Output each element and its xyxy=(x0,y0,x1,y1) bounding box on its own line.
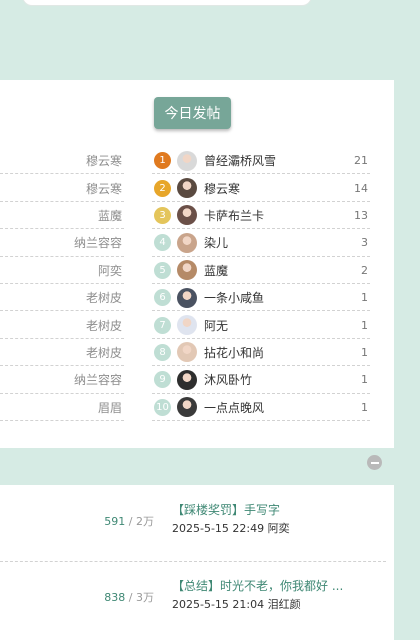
reply-count: 3万 xyxy=(136,591,154,604)
post-count: 21 xyxy=(354,154,368,168)
user-name[interactable]: 沐风卧竹 xyxy=(204,371,252,388)
avatar[interactable] xyxy=(177,397,197,418)
avatar[interactable] xyxy=(177,150,197,171)
rank-row[interactable]: 纳兰容容 4 染儿 3 xyxy=(0,229,394,257)
post-count: 14 xyxy=(354,181,368,195)
rank-number-badge: 2 xyxy=(154,179,171,197)
thread-title[interactable]: 【踩楼奖罚】手写字 xyxy=(172,501,280,518)
view-count: 838 xyxy=(104,591,126,604)
rank-row[interactable]: 老树皮 8 拈花小和尚 1 xyxy=(0,339,394,367)
rank-row[interactable]: 穆云寒 2 穆云寒 14 xyxy=(0,174,394,202)
thread-meta: 2025-5-15 21:04 泪红颜 xyxy=(172,598,301,611)
search-bar[interactable] xyxy=(22,0,312,6)
rank-row[interactable]: 阿奕 5 蓝魔 2 xyxy=(0,257,394,284)
post-count: 1 xyxy=(361,373,368,387)
rank-row[interactable]: 纳兰容容 9 沐风卧竹 1 xyxy=(0,366,394,394)
thread-stats: 591 / 2万 xyxy=(104,513,154,529)
user-name[interactable]: 蓝魔 xyxy=(204,262,228,279)
user-name[interactable]: 拈花小和尚 xyxy=(204,344,264,361)
thread-title[interactable]: 【总结】时光不老，你我都好 ... xyxy=(172,577,343,594)
rank-number-badge: 3 xyxy=(154,206,171,224)
rank-number-badge: 5 xyxy=(154,261,171,279)
recent-poster-name[interactable]: 纳兰容容 xyxy=(74,234,122,251)
post-count: 1 xyxy=(361,291,368,305)
recent-poster-name[interactable]: 蓝魔 xyxy=(98,207,122,224)
rank-number-badge: 10 xyxy=(154,398,171,416)
rank-number-badge: 7 xyxy=(154,316,171,334)
rank-row[interactable]: 穆云寒 1 曾经灞桥风雪 21 xyxy=(0,147,394,175)
post-count: 3 xyxy=(361,236,368,250)
user-name[interactable]: 一点点晚风 xyxy=(204,399,264,416)
thread-item[interactable]: 591 / 2万 【踩楼奖罚】手写字 2025-5-15 22:49 阿奕 xyxy=(0,493,394,549)
recent-poster-name[interactable]: 老树皮 xyxy=(86,344,122,361)
post-count: 1 xyxy=(361,318,368,332)
recent-poster-name[interactable]: 老树皮 xyxy=(86,317,122,334)
stats-separator: / xyxy=(125,515,136,528)
recent-poster-name[interactable]: 穆云寒 xyxy=(86,152,122,169)
ranking-card: 今日发帖 穆云寒 1 曾经灞桥风雪 21 穆云寒 2 穆云寒 14 蓝魔 3 卡萨布兰卡 13 纳兰容容… xyxy=(0,80,394,448)
collapse-icon[interactable] xyxy=(367,455,382,470)
rank-row[interactable]: 蓝魔 3 卡萨布兰卡 13 xyxy=(0,202,394,230)
rank-row[interactable]: 眉眉 10 一点点晚风 1 xyxy=(0,394,394,421)
avatar[interactable] xyxy=(177,315,197,336)
thread-list: 591 / 2万 【踩楼奖罚】手写字 2025-5-15 22:49 阿奕 838 /… xyxy=(0,485,394,640)
avatar[interactable] xyxy=(177,178,197,199)
thread-stats: 838 / 3万 xyxy=(104,589,154,605)
user-name[interactable]: 染儿 xyxy=(204,234,228,251)
rank-row[interactable]: 老树皮 7 阿无 1 xyxy=(0,311,394,339)
avatar[interactable] xyxy=(177,205,197,226)
view-count: 591 xyxy=(104,515,126,528)
user-name[interactable]: 曾经灞桥风雪 xyxy=(204,152,276,169)
avatar[interactable] xyxy=(177,369,197,390)
rank-number-badge: 8 xyxy=(154,343,171,361)
reply-count: 2万 xyxy=(136,515,154,528)
stats-separator: / xyxy=(125,591,136,604)
avatar[interactable] xyxy=(177,342,197,363)
user-name[interactable]: 卡萨布兰卡 xyxy=(204,207,264,224)
avatar[interactable] xyxy=(177,287,197,308)
rank-number-badge: 4 xyxy=(154,234,171,252)
post-count: 2 xyxy=(361,263,368,277)
user-name[interactable]: 穆云寒 xyxy=(204,180,240,197)
recent-poster-name[interactable]: 纳兰容容 xyxy=(74,371,122,388)
recent-poster-name[interactable]: 眉眉 xyxy=(98,399,122,416)
avatar[interactable] xyxy=(177,260,197,281)
rank-number-badge: 1 xyxy=(154,152,171,170)
today-post-button[interactable]: 今日发帖 xyxy=(154,97,231,129)
rank-number-badge: 6 xyxy=(154,289,171,307)
thread-meta: 2025-5-15 22:49 阿奕 xyxy=(172,522,290,535)
post-count: 13 xyxy=(354,208,368,222)
post-count: 1 xyxy=(361,400,368,414)
recent-poster-name[interactable]: 阿奕 xyxy=(98,262,122,279)
thread-divider xyxy=(0,561,386,562)
rank-number-badge: 9 xyxy=(154,371,171,389)
recent-poster-name[interactable]: 穆云寒 xyxy=(86,180,122,197)
user-name[interactable]: 阿无 xyxy=(204,317,228,334)
rank-row[interactable]: 老树皮 6 一条小咸鱼 1 xyxy=(0,284,394,312)
thread-item[interactable]: 838 / 3万 【总结】时光不老，你我都好 ... 2025-5-15 21:04… xyxy=(0,569,394,625)
ranking-list: 穆云寒 1 曾经灞桥风雪 21 穆云寒 2 穆云寒 14 蓝魔 3 卡萨布兰卡 13 纳兰容容 4 染儿 3 阿… xyxy=(0,147,394,421)
recent-poster-name[interactable]: 老树皮 xyxy=(86,289,122,306)
avatar[interactable] xyxy=(177,232,197,253)
user-name[interactable]: 一条小咸鱼 xyxy=(204,289,264,306)
post-count: 1 xyxy=(361,345,368,359)
